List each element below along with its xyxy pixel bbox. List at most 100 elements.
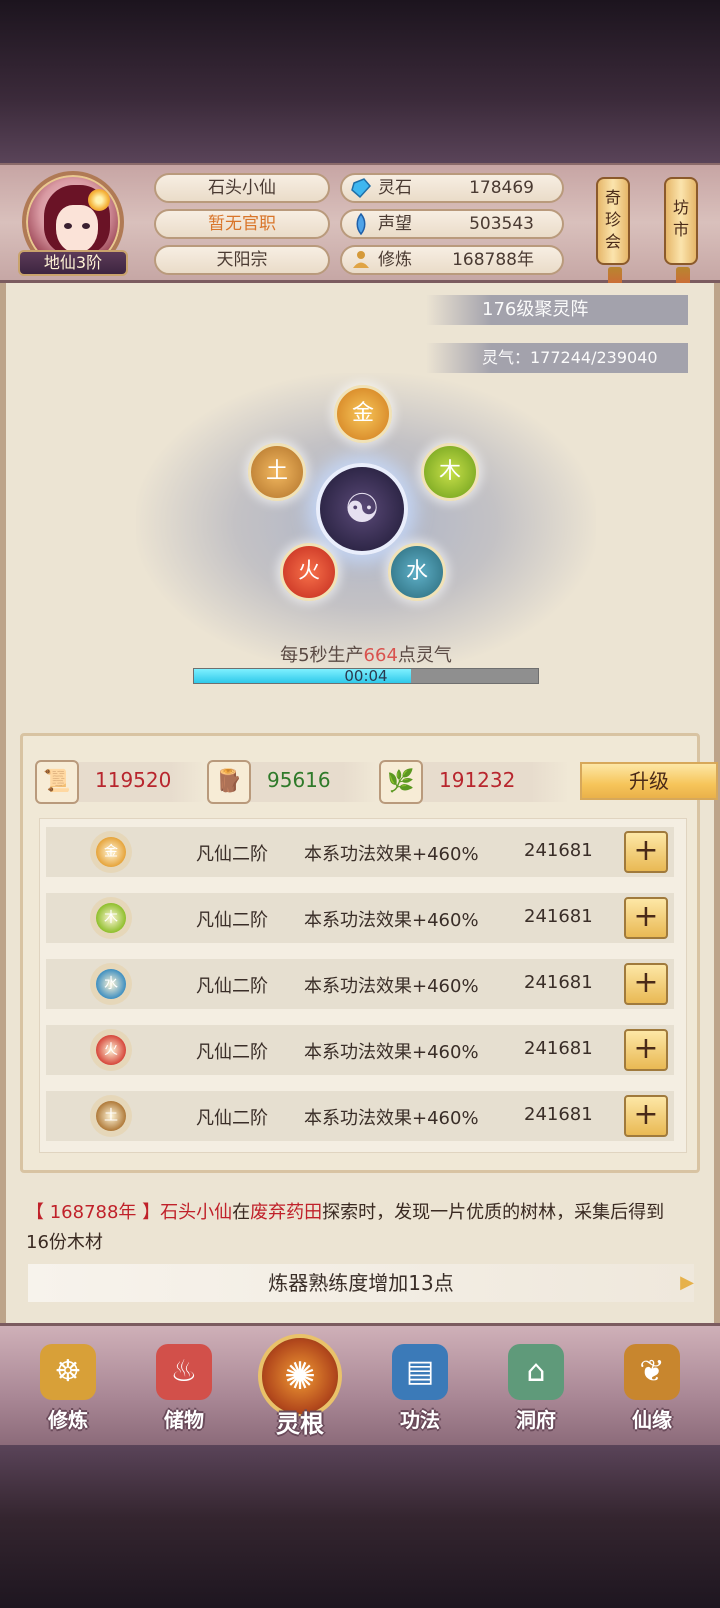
upgrade-wood-plus-button[interactable]: + — [624, 897, 668, 939]
spirit-stone-stat: 灵石 178469 — [340, 173, 564, 203]
avatar-eye — [82, 223, 90, 229]
log-connector: 在 — [232, 1202, 251, 1223]
avatar-face — [56, 205, 98, 253]
log-place: 废弃药田 — [250, 1202, 323, 1223]
cave-mansion-icon: ⌂ — [508, 1344, 564, 1400]
production-suffix: 点灵气 — [397, 645, 452, 666]
bottom-navigation: ☸ 修炼 ♨ 储物 ✺ 灵根 ▤ 功法 ⌂ 洞府 ❦ 仙缘 — [0, 1323, 720, 1445]
top-backdrop — [0, 0, 720, 165]
bottom-backdrop — [0, 1445, 720, 1608]
spirit-root-upgrade-panel: 📜 119520 🪵 95616 🌿 191232 升级 金 凡仙二阶 本系功法… — [20, 733, 718, 1173]
spirit-stone-icon — [351, 178, 372, 199]
cultivate-icon: ☸ — [40, 1344, 96, 1400]
nav-storage[interactable]: ♨ 储物 — [136, 1334, 232, 1444]
scroll-icon: 📜 — [35, 760, 79, 804]
root-rank: 凡仙二阶 — [196, 844, 268, 865]
event-log: 【 168788年 】石头小仙在废弃药田探索时，发现一片优质的树林，采集后得到1… — [26, 1198, 676, 1258]
root-rank: 凡仙二阶 — [196, 1108, 268, 1129]
fire-element-icon: 火 — [96, 1035, 126, 1065]
material-herb: 🌿 191232 — [379, 760, 569, 804]
upgrade-water-plus-button[interactable]: + — [624, 963, 668, 1005]
array-level-banner: 176级聚灵阵 — [426, 295, 688, 325]
root-cost: 241681 — [524, 1038, 593, 1059]
production-rate: 每5秒生产664点灵气 — [6, 641, 720, 667]
water-element-icon: 水 — [96, 969, 126, 999]
upgrade-earth-plus-button[interactable]: + — [624, 1095, 668, 1137]
material-scroll-value: 119520 — [95, 768, 172, 792]
material-scroll: 📜 119520 — [35, 760, 205, 804]
reputation-icon — [356, 213, 366, 235]
wood-element-icon: 木 — [96, 903, 126, 933]
storage-bag-icon: ♨ — [156, 1344, 212, 1400]
progress-timer: 00:04 — [344, 667, 388, 685]
cultivation-years-stat: 修炼 168788年 — [340, 245, 564, 275]
material-wood: 🪵 95616 — [207, 760, 377, 804]
root-cost: 241681 — [524, 906, 593, 927]
player-sect[interactable]: 天阳宗 — [154, 245, 330, 275]
cultivation-label: 修炼 — [378, 250, 412, 270]
reputation-value: 503543 — [469, 214, 534, 234]
nav-cultivate[interactable]: ☸ 修炼 — [20, 1334, 116, 1444]
technique-book-icon: ▤ — [392, 1344, 448, 1400]
notice-text: 炼器熟练度增加13点 — [268, 1271, 454, 1295]
root-cost: 241681 — [524, 972, 593, 993]
spirit-array-panel: 176级聚灵阵 灵气：177244/239040 ☯ 金 木 土 火 水 每5秒… — [0, 283, 720, 1323]
material-herb-value: 191232 — [439, 768, 516, 792]
player-title[interactable]: 暂无官职 — [154, 209, 330, 239]
element-wood[interactable]: 木 — [421, 443, 479, 501]
notice-bar[interactable]: 炼器熟练度增加13点 ▶ — [28, 1264, 694, 1302]
market-label: 坊市 — [672, 198, 689, 239]
root-row-wood: 木 凡仙二阶 本系功法效果+460% 241681 + — [46, 893, 674, 943]
realm-badge: 地仙3阶 — [18, 250, 128, 276]
production-progress-bar: 00:04 — [193, 667, 539, 685]
earth-element-icon: 土 — [96, 1101, 126, 1131]
hair-flower-icon — [88, 189, 110, 211]
market-button[interactable]: 坊市 — [664, 177, 698, 293]
root-row-water: 水 凡仙二阶 本系功法效果+460% 241681 + — [46, 959, 674, 1009]
nav-fate-label: 仙缘 — [632, 1408, 672, 1432]
nav-spirit-root-label: 灵根 — [276, 1410, 324, 1438]
root-cost: 241681 — [524, 840, 593, 861]
reputation-label: 声望 — [378, 214, 412, 234]
nav-cave-mansion[interactable]: ⌂ 洞府 — [488, 1334, 584, 1444]
root-effect: 本系功法效果+460% — [304, 976, 479, 997]
nav-technique[interactable]: ▤ 功法 — [372, 1334, 468, 1444]
root-row-metal: 金 凡仙二阶 本系功法效果+460% 241681 + — [46, 827, 674, 877]
element-earth[interactable]: 土 — [248, 443, 306, 501]
nav-fate[interactable]: ❦ 仙缘 — [604, 1334, 700, 1444]
gourd-icon: ❦ — [624, 1344, 680, 1400]
herb-icon: 🌿 — [379, 760, 423, 804]
meditation-icon — [353, 251, 369, 268]
upgrade-fire-plus-button[interactable]: + — [624, 1029, 668, 1071]
log-actor: 石头小仙 — [160, 1202, 233, 1223]
root-effect: 本系功法效果+460% — [304, 1042, 479, 1063]
root-row-earth: 土 凡仙二阶 本系功法效果+460% 241681 + — [46, 1091, 674, 1141]
yinyang-icon[interactable]: ☯ — [316, 463, 408, 555]
element-water[interactable]: 水 — [388, 543, 446, 601]
player-name[interactable]: 石头小仙 — [154, 173, 330, 203]
root-effect: 本系功法效果+460% — [304, 844, 479, 865]
qi-amount-banner: 灵气：177244/239040 — [426, 343, 688, 373]
arrow-right-icon: ▶ — [680, 1272, 694, 1293]
spirit-stone-label: 灵石 — [378, 178, 412, 198]
cultivation-value: 168788年 — [452, 250, 534, 270]
material-row: 📜 119520 🪵 95616 🌿 191232 升级 — [35, 760, 718, 804]
element-metal[interactable]: 金 — [334, 385, 392, 443]
nav-spirit-root[interactable]: ✺ 灵根 — [252, 1334, 348, 1444]
element-fire[interactable]: 火 — [280, 543, 338, 601]
upgrade-metal-plus-button[interactable]: + — [624, 831, 668, 873]
root-rank: 凡仙二阶 — [196, 910, 268, 931]
root-effect: 本系功法效果+460% — [304, 1108, 479, 1129]
material-wood-value: 95616 — [267, 768, 331, 792]
upgrade-button[interactable]: 升级 — [580, 762, 718, 800]
nav-technique-label: 功法 — [400, 1408, 440, 1432]
avatar-eye — [64, 223, 72, 229]
treasure-fair-button[interactable]: 奇珍会 — [596, 177, 630, 293]
metal-element-icon: 金 — [96, 837, 126, 867]
player-header: 地仙3阶 石头小仙 暂无官职 天阳宗 灵石 178469 声望 503543 修… — [0, 163, 720, 293]
root-rank: 凡仙二阶 — [196, 976, 268, 997]
spirit-gathering-array[interactable]: ☯ 金 木 土 火 水 — [136, 373, 596, 673]
log-year: 【 168788年 】 — [26, 1202, 161, 1223]
treasure-fair-label: 奇珍会 — [604, 188, 621, 251]
root-row-fire: 火 凡仙二阶 本系功法效果+460% 241681 + — [46, 1025, 674, 1075]
